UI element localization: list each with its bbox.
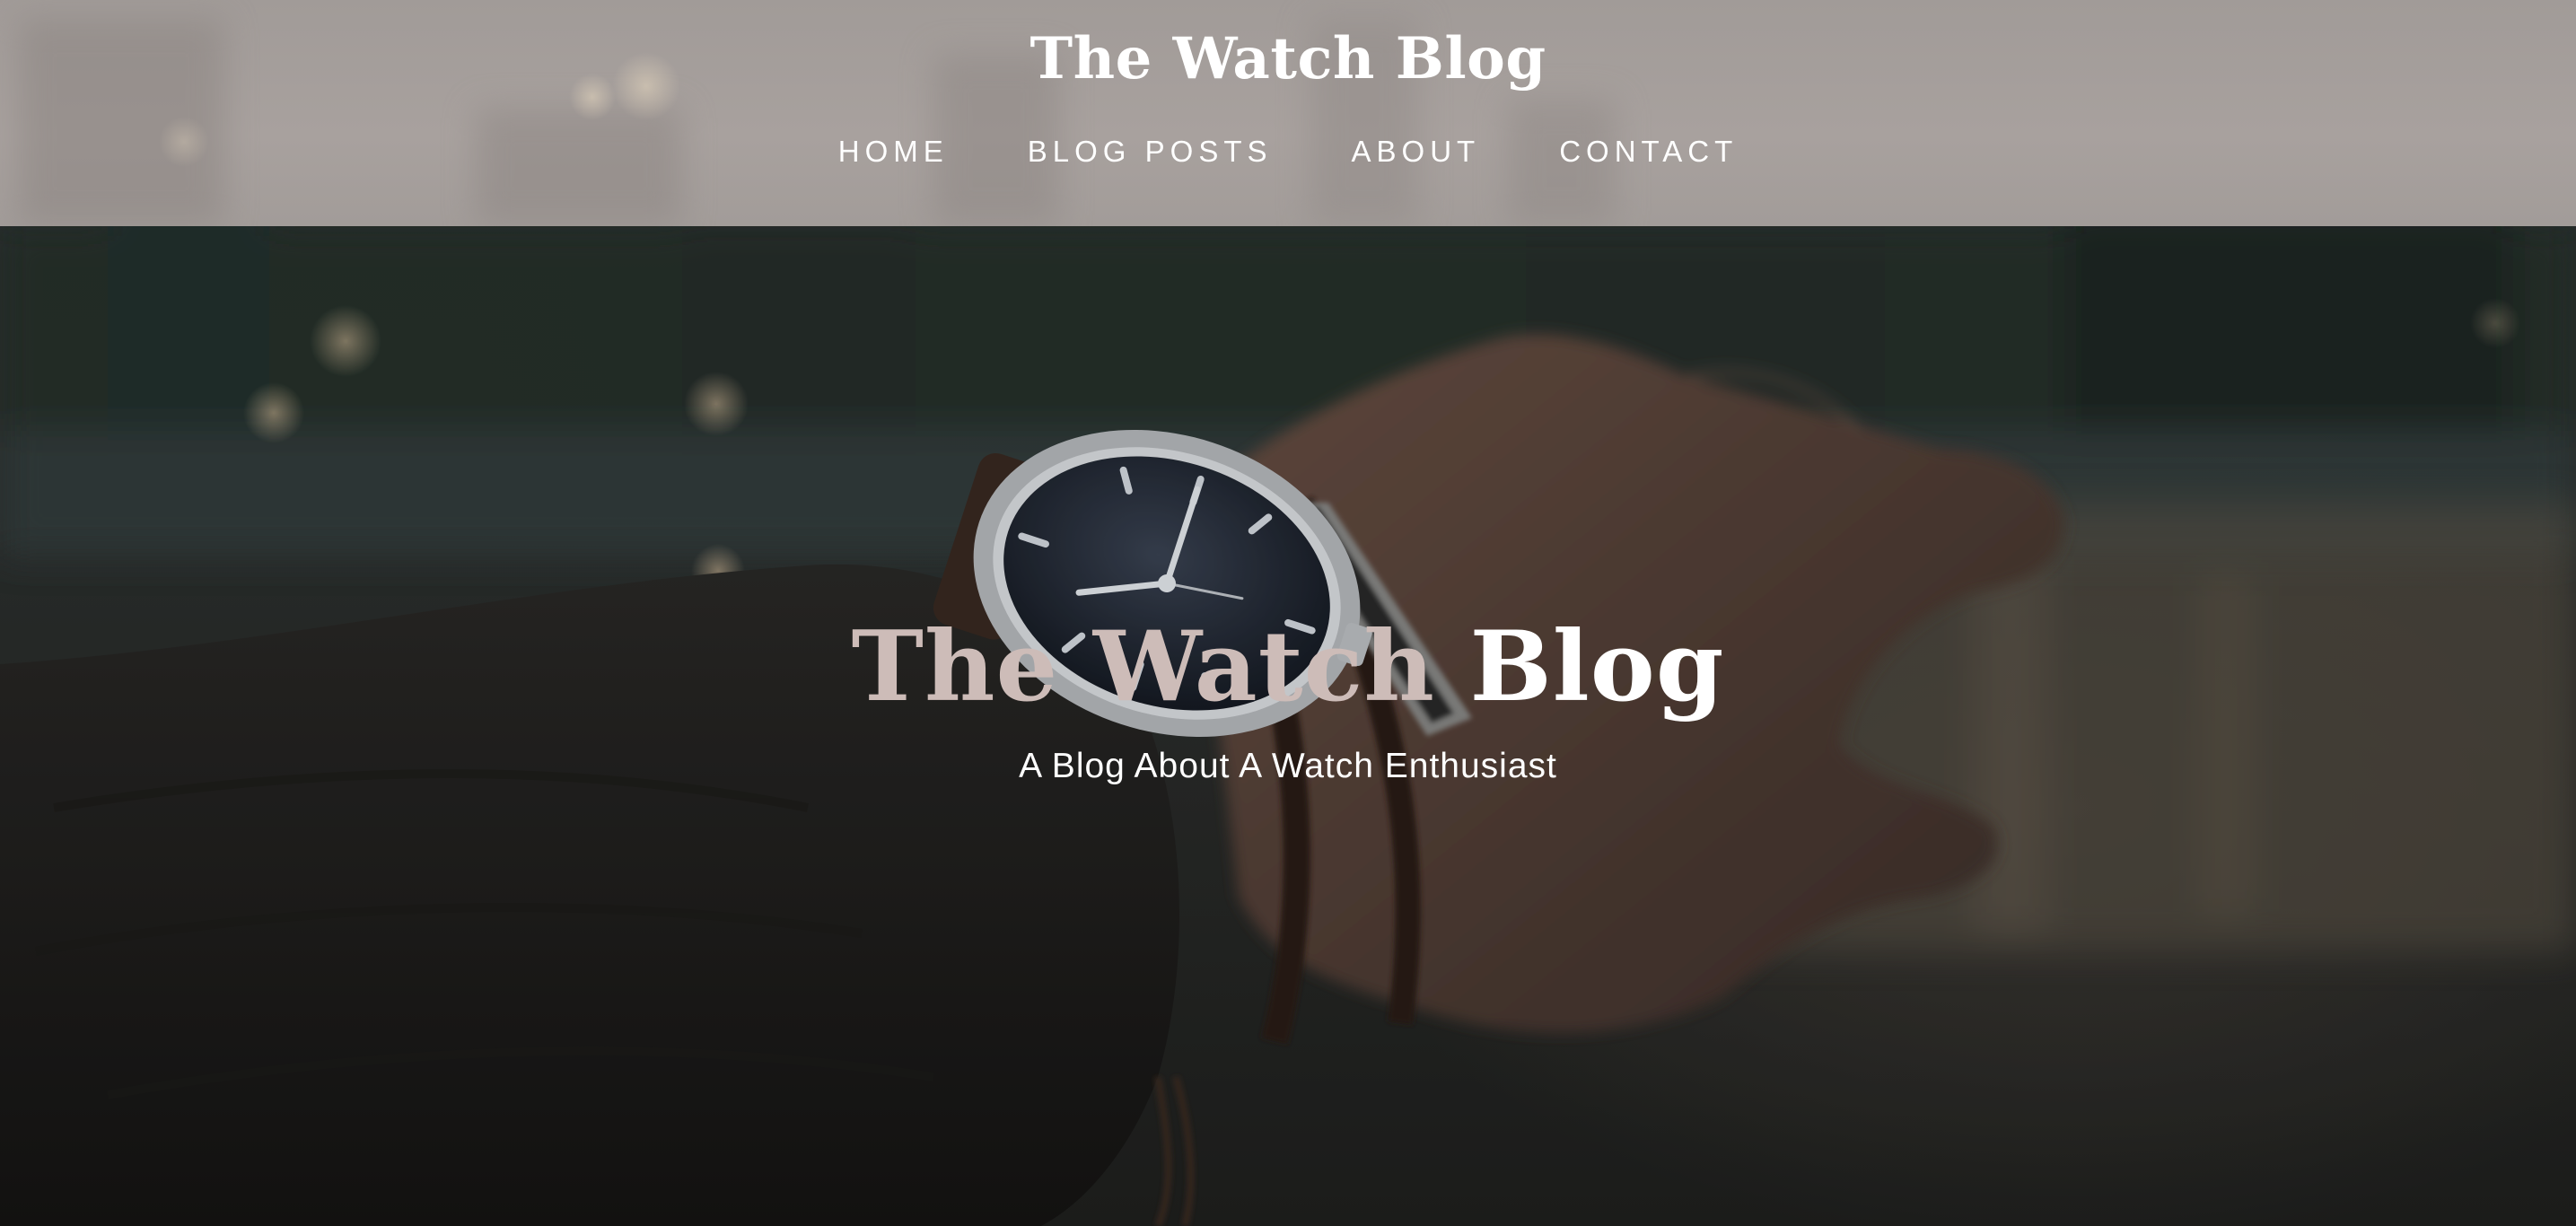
hero-section: The Watch Blog HOME BLOG POSTS ABOUT CON… [0, 0, 2576, 1226]
site-title[interactable]: The Watch Blog [0, 25, 2576, 92]
hero-subtitle: A Blog About A Watch Enthusiast [1019, 747, 1557, 785]
main-nav: HOME BLOG POSTS ABOUT CONTACT [0, 135, 2576, 169]
hero-title: The Watch Blog [0, 610, 2576, 723]
site-header: The Watch Blog HOME BLOG POSTS ABOUT CON… [0, 0, 2576, 226]
hero-title-part-a: The Watch [851, 610, 1470, 723]
hero-title-part-b: Blog [1469, 610, 1725, 723]
nav-home[interactable]: HOME [838, 135, 949, 169]
nav-blog-posts[interactable]: BLOG POSTS [1028, 135, 1273, 169]
nav-contact[interactable]: CONTACT [1559, 135, 1738, 169]
nav-about[interactable]: ABOUT [1352, 135, 1481, 169]
